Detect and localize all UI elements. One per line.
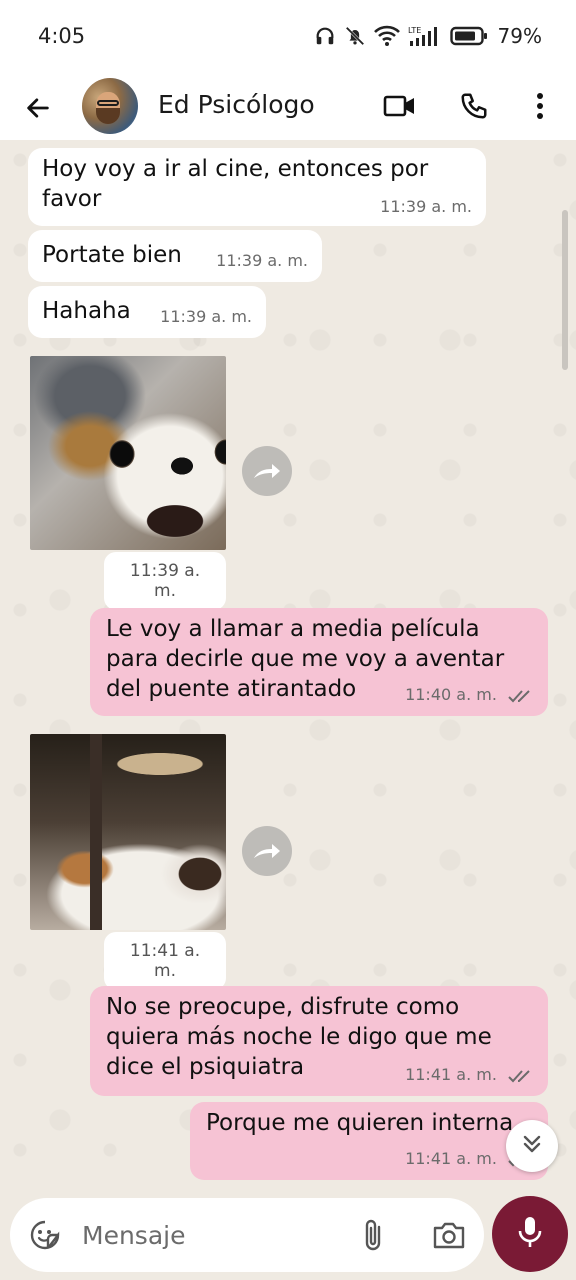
message-time-status: 11:41 a. m. [405, 1060, 534, 1090]
status-bar: 4:05 LTE 79% [0, 0, 576, 72]
message-time-status: 11:40 a. m. [405, 680, 534, 710]
forward-icon[interactable] [242, 826, 292, 876]
headphones-icon [314, 25, 336, 47]
outgoing-message[interactable]: No se preocupe, disfrute como quiera más… [90, 986, 548, 1096]
double-check-icon [508, 1069, 530, 1082]
voice-record-button[interactable] [492, 1196, 568, 1272]
more-options-icon[interactable] [522, 88, 558, 124]
video-call-icon[interactable] [382, 88, 418, 124]
message-text-line: quiera más noche le digo que me [106, 1024, 492, 1050]
svg-text:LTE: LTE [408, 26, 421, 35]
battery-percent: 79% [497, 24, 542, 48]
cat-sticker-image[interactable] [30, 734, 226, 930]
dog-sticker-image[interactable] [30, 356, 226, 550]
message-text: Porque me quieren interna [206, 1110, 514, 1136]
phone-call-icon[interactable] [456, 88, 492, 124]
camera-icon[interactable] [430, 1218, 468, 1252]
message-input[interactable] [82, 1214, 342, 1256]
status-icons: LTE 79% [314, 24, 542, 48]
message-composer [10, 1198, 484, 1272]
double-check-icon [508, 689, 530, 702]
outgoing-message[interactable]: Le voy a llamar a media película para de… [90, 608, 548, 716]
battery-icon [449, 25, 488, 47]
avatar[interactable] [82, 78, 138, 134]
message-time: 11:39 a. m. [104, 552, 226, 610]
status-time: 4:05 [38, 24, 86, 48]
message-text-line: No se preocupe, disfrute como [106, 994, 460, 1020]
forward-icon[interactable] [242, 446, 292, 496]
message-text-line: Le voy a llamar a media película [106, 616, 480, 642]
lte-signal-icon: LTE [408, 25, 442, 47]
incoming-message[interactable]: Hahaha 11:39 a. m. [28, 286, 266, 338]
message-text: Portate bien [42, 242, 182, 268]
incoming-message[interactable]: Portate bien 11:39 a. m. [28, 230, 322, 282]
message-time: 11:41 a. m. [104, 932, 226, 990]
mute-bell-icon [344, 25, 366, 47]
message-time: 11:39 a. m. [216, 251, 308, 270]
wifi-icon [373, 25, 400, 47]
back-arrow-icon[interactable] [20, 90, 56, 126]
double-chevron-down-icon [520, 1132, 544, 1160]
message-time: 11:40 a. m. [405, 685, 497, 704]
message-time: 11:41 a. m. [405, 1149, 497, 1168]
message-time: 11:39 a. m. [160, 307, 252, 326]
scroll-to-bottom-button[interactable] [506, 1120, 558, 1172]
message-text: Hahaha [42, 298, 131, 324]
chat-header: Ed Psicólogo [0, 72, 576, 140]
message-time: 11:41 a. m. [405, 1065, 497, 1084]
attach-icon[interactable] [356, 1216, 390, 1254]
message-time: 11:39 a. m. [380, 197, 472, 216]
microphone-icon [517, 1215, 543, 1253]
outgoing-message[interactable]: Porque me quieren interna 11:41 a. m. [190, 1102, 548, 1180]
contact-name[interactable]: Ed Psicólogo [158, 90, 315, 119]
chat-area[interactable]: Hoy voy a ir al cine, entonces por favor… [0, 140, 576, 1190]
message-text-line: Hoy voy a ir al cine, entonces por [42, 156, 429, 182]
sticker-emoji-icon[interactable] [28, 1218, 62, 1252]
scrollbar[interactable] [562, 210, 568, 370]
message-text-line: para decirle que me voy a aventar [106, 646, 505, 672]
incoming-message[interactable]: Hoy voy a ir al cine, entonces por favor… [28, 148, 486, 226]
